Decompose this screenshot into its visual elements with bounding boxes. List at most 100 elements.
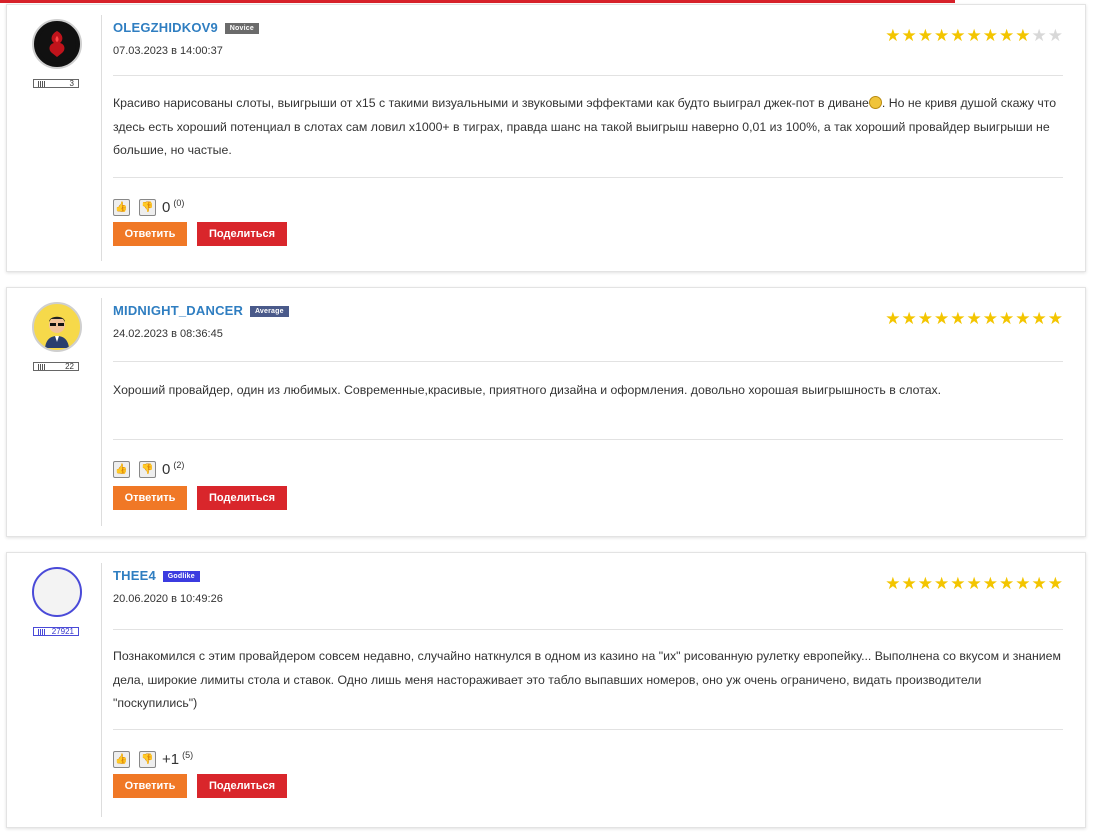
star-filled-icon: ★ — [934, 574, 950, 593]
separator — [113, 361, 1063, 362]
star-filled-icon: ★ — [950, 309, 966, 328]
star-empty-icon: ★ — [1031, 26, 1047, 45]
thumbs-down-icon[interactable]: 👎 — [139, 198, 156, 216]
review-text: Познакомился с этим провайдером совсем н… — [113, 649, 1061, 710]
review-content: THEE4 Godlike 20.06.2020 в 10:49:26 ★ ★ ★ ★… — [113, 553, 1063, 827]
star-filled-icon: ★ — [934, 26, 950, 45]
sunglasses-man-avatar-icon — [36, 306, 78, 348]
star-filled-icon: ★ — [917, 574, 933, 593]
action-buttons: Ответить Поделиться — [113, 486, 287, 510]
action-buttons: Ответить Поделиться — [113, 774, 287, 798]
star-filled-icon: ★ — [982, 574, 998, 593]
star-filled-icon: ★ — [999, 309, 1015, 328]
username-row: OLEGZHIDKOV9 Novice — [113, 20, 259, 35]
thumbs-down-icon[interactable]: 👎 — [139, 460, 156, 478]
reply-button[interactable]: Ответить — [113, 774, 187, 798]
vote-total: (0) — [173, 198, 185, 208]
star-filled-icon: ★ — [1015, 26, 1031, 45]
empty-avatar-icon — [37, 572, 77, 612]
rating-stars: ★ ★ ★ ★ ★ ★ ★ ★ ★ ★ ★ — [885, 310, 1063, 327]
reply-button[interactable]: Ответить — [113, 486, 187, 510]
star-filled-icon: ★ — [1015, 574, 1031, 593]
user-avatar-block: 22 — [31, 302, 83, 371]
star-filled-icon: ★ — [901, 309, 917, 328]
star-empty-icon: ★ — [1047, 26, 1063, 45]
separator — [113, 629, 1063, 630]
star-filled-icon: ★ — [999, 574, 1015, 593]
rank-bars-icon — [38, 628, 45, 635]
grin-emoji-icon — [868, 96, 882, 109]
vote-score-value: 0 — [162, 461, 171, 478]
separator — [113, 75, 1063, 76]
share-button[interactable]: Поделиться — [197, 774, 287, 798]
user-rank: 27921 — [33, 627, 79, 636]
thumbs-down-icon[interactable]: 👎 — [139, 750, 156, 768]
rank-bars-icon — [38, 80, 45, 87]
star-filled-icon: ★ — [966, 309, 982, 328]
rank-number: 3 — [69, 79, 74, 88]
star-filled-icon: ★ — [982, 26, 998, 45]
separator — [113, 729, 1063, 730]
top-accent-line — [0, 0, 955, 3]
user-avatar-block: 3 — [31, 19, 83, 88]
username-link[interactable]: OLEGZHIDKOV9 — [113, 20, 218, 35]
review-content: OLEGZHIDKOV9 Novice 07.03.2023 в 14:00:3… — [113, 5, 1063, 271]
rating-stars: ★ ★ ★ ★ ★ ★ ★ ★ ★ ★ ★ — [885, 575, 1063, 592]
action-buttons: Ответить Поделиться — [113, 222, 287, 246]
review-content: MIDNIGHT_DANCER Average 24.02.2023 в 08:… — [113, 288, 1063, 536]
star-filled-icon: ★ — [885, 309, 901, 328]
thumbs-up-icon[interactable]: 👍 — [113, 750, 130, 768]
star-filled-icon: ★ — [966, 574, 982, 593]
vote-total: (5) — [182, 750, 194, 760]
username-row: THEE4 Godlike — [113, 568, 200, 583]
username-row: MIDNIGHT_DANCER Average — [113, 303, 289, 318]
thumbs-up-icon[interactable]: 👍 — [113, 198, 130, 216]
vote-row: 👍 👎 0 (2) — [113, 460, 184, 478]
review-date: 20.06.2020 в 10:49:26 — [113, 593, 223, 605]
star-filled-icon: ★ — [982, 309, 998, 328]
star-filled-icon: ★ — [917, 26, 933, 45]
user-avatar-block: 27921 — [31, 567, 83, 636]
user-rank: 22 — [33, 362, 79, 371]
star-filled-icon: ★ — [950, 26, 966, 45]
thumbs-up-icon[interactable]: 👍 — [113, 460, 130, 478]
avatar[interactable] — [32, 19, 82, 69]
vote-score-value: +1 — [162, 751, 180, 768]
avatar[interactable] — [32, 302, 82, 352]
star-filled-icon: ★ — [966, 26, 982, 45]
vote-score: 0 (2) — [162, 460, 184, 478]
divider — [101, 563, 102, 817]
dragon-avatar-icon — [38, 25, 76, 63]
star-filled-icon: ★ — [1047, 309, 1063, 328]
review-card: 27921 THEE4 Godlike 20.06.2020 в 10:49:2… — [6, 552, 1086, 828]
rank-bars-icon — [38, 363, 45, 370]
star-filled-icon: ★ — [1031, 574, 1047, 593]
username-link[interactable]: THEE4 — [113, 568, 156, 583]
divider — [101, 298, 102, 526]
review-text: Красиво нарисованы слоты, выигрыши от х1… — [113, 92, 1063, 163]
star-filled-icon: ★ — [901, 574, 917, 593]
username-link[interactable]: MIDNIGHT_DANCER — [113, 303, 243, 318]
divider — [101, 15, 102, 261]
star-filled-icon: ★ — [885, 26, 901, 45]
vote-row: 👍 👎 +1 (5) — [113, 750, 193, 768]
rank-number: 27921 — [51, 627, 74, 636]
share-button[interactable]: Поделиться — [197, 222, 287, 246]
separator — [113, 439, 1063, 440]
rating-stars: ★ ★ ★ ★ ★ ★ ★ ★ ★ ★ ★ — [885, 27, 1063, 44]
user-level-badge: Novice — [224, 23, 259, 34]
review-date: 07.03.2023 в 14:00:37 — [113, 45, 223, 57]
star-filled-icon: ★ — [1015, 309, 1031, 328]
review-text-part: Красиво нарисованы слоты, выигрыши от х1… — [113, 96, 869, 110]
star-filled-icon: ★ — [917, 309, 933, 328]
star-filled-icon: ★ — [934, 309, 950, 328]
star-filled-icon: ★ — [999, 26, 1015, 45]
avatar[interactable] — [32, 567, 82, 617]
star-filled-icon: ★ — [1031, 309, 1047, 328]
user-rank: 3 — [33, 79, 79, 88]
user-level-badge: Average — [249, 306, 289, 317]
review-card: 3 OLEGZHIDKOV9 Novice 07.03.2023 в 14:00… — [6, 4, 1086, 272]
vote-row: 👍 👎 0 (0) — [113, 198, 184, 216]
share-button[interactable]: Поделиться — [197, 486, 287, 510]
reply-button[interactable]: Ответить — [113, 222, 187, 246]
